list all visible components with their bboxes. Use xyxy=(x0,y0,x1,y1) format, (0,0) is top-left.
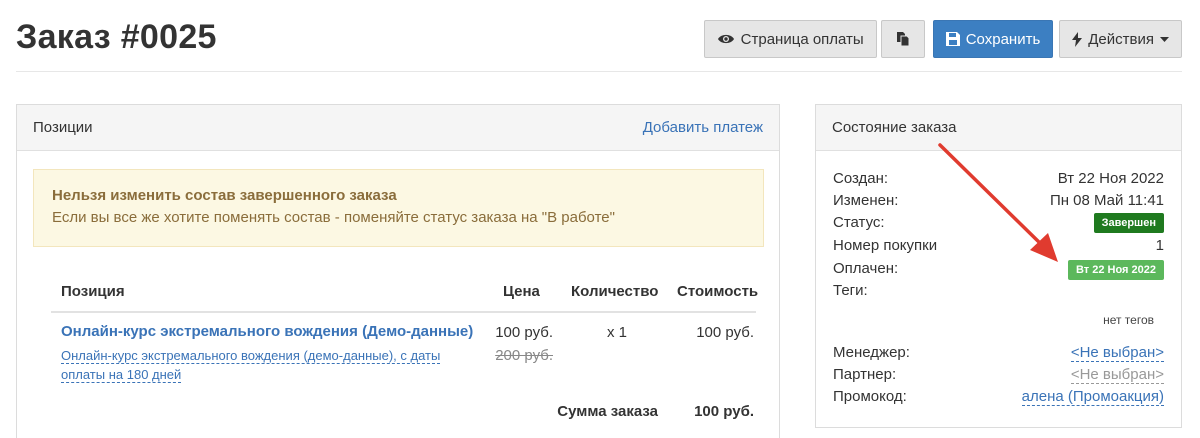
item-old-price: 200 руб. xyxy=(495,347,553,364)
column-quantity: Количество xyxy=(571,283,659,300)
item-description-link[interactable]: Онлайн-курс экстремального вождения (дем… xyxy=(61,348,441,383)
item-price: 100 руб. xyxy=(495,324,553,341)
no-tags-text: нет тегов xyxy=(1103,313,1154,327)
item-quantity: x 1 xyxy=(607,324,628,341)
column-item: Позиция xyxy=(61,283,125,300)
eye-icon xyxy=(717,34,734,44)
payment-page-label: Страница оплаты xyxy=(740,30,864,48)
status-row: Статус: Завершен xyxy=(833,213,1164,235)
item-title-link[interactable]: Онлайн-курс экстремального вождения (Дем… xyxy=(61,323,473,340)
column-cost: Стоимость xyxy=(677,283,759,300)
modified-row: Изменен: Пн 08 Май 11:41 xyxy=(833,191,1164,213)
order-state-header: Состояние заказа xyxy=(816,105,1181,151)
positions-panel: Позиции Добавить платеж Нельзя изменить … xyxy=(16,104,780,438)
status-label: Статус: xyxy=(833,214,885,231)
paid-label: Оплачен: xyxy=(833,260,899,277)
order-state-title: Состояние заказа xyxy=(832,119,957,136)
paid-row: Оплачен: Вт 22 Ноя 2022 xyxy=(833,259,1164,281)
save-button[interactable]: Сохранить xyxy=(932,20,1054,58)
manager-row: Менеджер: <Не выбран> xyxy=(833,343,1164,365)
modified-value: Пн 08 Май 11:41 xyxy=(1049,192,1164,209)
floppy-disk-icon xyxy=(945,32,960,46)
payment-page-button[interactable]: Страница оплаты xyxy=(703,20,877,58)
tags-label: Теги: xyxy=(833,282,868,299)
table-header-divider xyxy=(51,311,756,313)
positions-panel-title: Позиции xyxy=(33,119,93,136)
item-cost: 100 руб. xyxy=(696,324,754,341)
order-total-label: Сумма заказа xyxy=(557,403,658,420)
promo-code-link[interactable]: алена (Промоакция) xyxy=(1021,388,1164,406)
lightning-icon xyxy=(1072,31,1083,47)
header-divider xyxy=(16,71,1182,72)
purchase-row: Номер покупки 1 xyxy=(833,236,1164,258)
purchase-label: Номер покупки xyxy=(833,237,938,254)
status-badge[interactable]: Завершен xyxy=(1093,213,1164,233)
created-label: Создан: xyxy=(833,170,889,187)
add-payment-link[interactable]: Добавить платеж xyxy=(643,119,763,136)
column-price: Цена xyxy=(503,283,540,300)
save-label: Сохранить xyxy=(965,30,1041,48)
created-row: Создан: Вт 22 Ноя 2022 xyxy=(833,169,1164,191)
promo-row: Промокод: алена (Промоакция) xyxy=(833,387,1164,409)
paid-badge: Вт 22 Ноя 2022 xyxy=(1068,260,1164,280)
partner-row: Партнер: <Не выбран> xyxy=(833,365,1164,387)
modified-label: Изменен: xyxy=(833,192,899,209)
alert-text: Если вы все же хотите поменять состав - … xyxy=(52,209,615,226)
paid-value: Вт 22 Ноя 2022 xyxy=(1068,260,1164,280)
positions-panel-header: Позиции Добавить платеж xyxy=(17,105,779,151)
tags-row: Теги: xyxy=(833,281,1164,303)
partner-label: Партнер: xyxy=(833,366,897,383)
status-value: Завершен xyxy=(1093,213,1164,233)
caret-down-icon xyxy=(1160,36,1169,42)
copy-icon xyxy=(896,32,910,47)
manager-label: Менеджер: xyxy=(833,344,910,361)
created-value: Вт 22 Ноя 2022 xyxy=(1057,170,1164,187)
warning-alert: Нельзя изменить состав завершенного зака… xyxy=(33,169,764,247)
toolbar: Страница оплаты Сохранить Действия xyxy=(703,20,1182,58)
actions-dropdown[interactable]: Действия xyxy=(1059,20,1182,58)
actions-label: Действия xyxy=(1088,30,1154,48)
partner-select-link[interactable]: <Не выбран> xyxy=(1070,366,1164,384)
order-total-value: 100 руб. xyxy=(694,403,754,420)
alert-title: Нельзя изменить состав завершенного зака… xyxy=(52,187,397,204)
items-table-header: Позиция Цена Количество Стоимость xyxy=(17,283,781,311)
item-description: Онлайн-курс экстремального вождения (дем… xyxy=(61,346,461,384)
copy-button[interactable] xyxy=(880,20,925,58)
manager-select-link[interactable]: <Не выбран> xyxy=(1070,344,1164,362)
purchase-value: 1 xyxy=(1155,237,1164,254)
page-title: Заказ #0025 xyxy=(16,18,217,56)
promo-label: Промокод: xyxy=(833,388,907,405)
order-state-panel: Состояние заказа Создан: Вт 22 Ноя 2022 … xyxy=(815,104,1182,428)
